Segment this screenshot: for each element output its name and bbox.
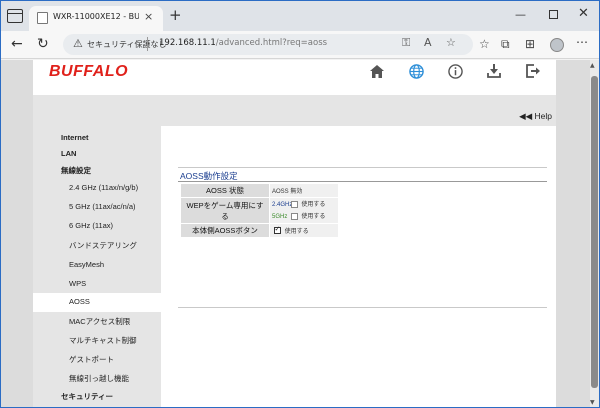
reload-icon[interactable]: ↻: [37, 34, 49, 54]
minimize-button[interactable]: —: [515, 8, 526, 21]
download-icon[interactable]: [485, 62, 503, 80]
sidebar-item-label: 6 GHz (11ax): [69, 221, 114, 230]
divider: [178, 167, 547, 168]
warning-icon[interactable]: ⚠: [73, 37, 83, 50]
extensions-icon[interactable]: ⊞: [525, 37, 535, 51]
navigation-bar: ← ↻ ⚠ セキュリティ保護なし 192.168.11.1/advanced.h…: [1, 31, 599, 59]
more-icon[interactable]: ⋯: [576, 35, 588, 49]
sidebar-item-mac-access[interactable]: MACアクセス制限: [33, 312, 161, 331]
sidebar-item-band-steering[interactable]: バンドステアリング: [33, 236, 161, 255]
url-host: 192.168.11.1: [159, 38, 216, 48]
sidebar-item-label: MACアクセス制限: [69, 317, 131, 326]
tab-title: WXR-11000XE12 - BUFFALO AirStation: [53, 12, 139, 21]
aoss-button-checkbox[interactable]: [274, 225, 281, 234]
divider: [178, 307, 547, 308]
help-link[interactable]: ◀◀ Help: [519, 111, 552, 122]
scroll-up-icon[interactable]: ▲: [590, 62, 595, 69]
sidebar-item-label: WPS: [69, 279, 87, 288]
sidebar-item-aoss[interactable]: AOSS: [33, 293, 161, 312]
aoss-status-label: AOSS 状態: [181, 184, 269, 197]
url-text[interactable]: 192.168.11.1/advanced.html?req=aoss: [159, 38, 327, 48]
band-24ghz-label: 2.4GHz: [272, 202, 293, 209]
sidebar-item-label: LAN: [61, 149, 77, 158]
address-bar[interactable]: ⚠ セキュリティ保護なし 192.168.11.1/advanced.html?…: [63, 34, 473, 55]
sidebar-item-wps[interactable]: WPS: [33, 275, 161, 294]
sidebar-item-wireless-migration[interactable]: 無線引っ越し機能: [33, 369, 161, 388]
sidebar-item-label: Internet: [61, 133, 89, 142]
sidebar-menu: Internet LAN 無線設定 2.4 GHz (11ax/n/g/b) 5…: [33, 126, 161, 407]
sidebar-item-label: 5 GHz (11ax/ac/n/a): [69, 202, 136, 211]
sidebar-item-label: 2.4 GHz (11ax/n/g/b): [69, 183, 139, 192]
globe-icon[interactable]: [407, 62, 425, 80]
browser-window: WXR-11000XE12 - BUFFALO AirStation × + —…: [1, 1, 599, 407]
section-underline: [178, 181, 547, 182]
address-divider: [147, 37, 148, 51]
router-page: BUFFALO ◀◀ Help Internet LAN 無線設定 2.4 GH: [33, 60, 556, 407]
aoss-button-option-label[interactable]: 使用する: [285, 229, 309, 235]
aoss-status-value: AOSS 無効: [270, 184, 338, 197]
close-window-button[interactable]: ✕: [578, 6, 589, 21]
buffalo-logo[interactable]: BUFFALO: [49, 63, 128, 81]
wep-24ghz-option-label[interactable]: 使用する: [301, 202, 325, 208]
sidebar-item-label: バンドステアリング: [69, 241, 137, 250]
sidebar-item-multicast[interactable]: マルチキャスト制御: [33, 331, 161, 350]
back-arrow-icon[interactable]: ←: [11, 34, 23, 54]
key-icon[interactable]: ⚿: [402, 36, 410, 50]
page-left-margin: [1, 60, 33, 407]
wep-5ghz-checkbox[interactable]: [290, 213, 298, 220]
sidebar-item-label: マルチキャスト制御: [69, 336, 137, 345]
collections-icon[interactable]: ⧉: [501, 37, 510, 52]
info-icon[interactable]: [446, 62, 464, 80]
sidebar-item-easymesh[interactable]: EasyMesh: [33, 256, 161, 275]
wep-game-options: 2.4GHz 使用する 5GHz 使用する: [270, 198, 338, 223]
aoss-button-label: 本体側AOSSボタン: [181, 224, 269, 237]
sidebar-item-label: EasyMesh: [69, 260, 105, 269]
sidebar-item-wireless-settings[interactable]: 無線設定: [33, 161, 161, 180]
main-content: AOSS動作設定 AOSS 状態 AOSS 無効 WEPをゲーム専用にする 2.…: [161, 126, 556, 407]
maximize-button[interactable]: [549, 10, 558, 19]
tab-strip: WXR-11000XE12 - BUFFALO AirStation × + —…: [1, 1, 599, 31]
favorites-icon[interactable]: ☆: [479, 37, 490, 51]
sidebar-item-label: 無線引っ越し機能: [69, 374, 129, 383]
sidebar-item-5ghz[interactable]: 5 GHz (11ax/ac/n/a): [33, 198, 161, 217]
wep-5ghz-option-label[interactable]: 使用する: [301, 214, 325, 220]
wep-game-label: WEPをゲーム専用にする: [181, 198, 269, 223]
band-5ghz-label: 5GHz: [272, 214, 288, 221]
table-row: 本体側AOSSボタン 使用する: [181, 224, 338, 237]
url-path: /advanced.html?req=aoss: [215, 38, 328, 48]
sidebar-item-6ghz[interactable]: 6 GHz (11ax): [33, 217, 161, 236]
sidebar-item-label: セキュリティー: [61, 392, 114, 401]
security-status[interactable]: セキュリティ保護なし: [87, 39, 167, 50]
sidebar-item-24ghz[interactable]: 2.4 GHz (11ax/n/g/b): [33, 179, 161, 198]
sidebar-item-label: AOSS: [69, 297, 90, 306]
scrollbar-thumb[interactable]: [591, 76, 598, 388]
profile-icon[interactable]: [550, 38, 564, 52]
aoss-settings-table: AOSS 状態 AOSS 無効 WEPをゲーム専用にする 2.4GHz 使用する…: [180, 183, 339, 238]
aoss-button-option: 使用する: [270, 224, 338, 237]
browser-tab[interactable]: WXR-11000XE12 - BUFFALO AirStation ×: [29, 6, 163, 31]
wep-24ghz-checkbox[interactable]: [290, 201, 298, 208]
favorite-star-icon[interactable]: ☆: [446, 36, 456, 49]
scroll-down-icon[interactable]: ▼: [590, 399, 595, 406]
sidebar-item-label: 無線設定: [61, 166, 91, 175]
router-header: BUFFALO: [33, 60, 556, 95]
page-favicon-icon: [37, 12, 48, 24]
home-icon[interactable]: [368, 62, 386, 80]
logout-icon[interactable]: [524, 62, 542, 80]
tab-close-icon[interactable]: ×: [144, 10, 153, 23]
tab-actions-icon[interactable]: [7, 9, 23, 23]
table-row: WEPをゲーム専用にする 2.4GHz 使用する 5GHz 使用する: [181, 198, 338, 223]
read-aloud-icon[interactable]: A: [424, 36, 432, 49]
sidebar-item-guest-port[interactable]: ゲストポート: [33, 350, 161, 369]
sidebar-item-security[interactable]: セキュリティー: [33, 387, 161, 406]
table-row: AOSS 状態 AOSS 無効: [181, 184, 338, 197]
new-tab-button[interactable]: +: [169, 6, 182, 24]
sidebar-item-label: ゲストポート: [69, 355, 114, 364]
